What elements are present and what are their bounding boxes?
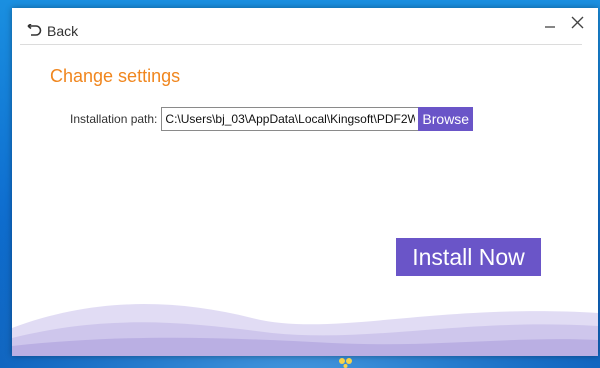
browse-button[interactable]: Browse [418, 107, 474, 131]
installation-path-input[interactable] [161, 107, 419, 131]
back-label: Back [47, 23, 79, 39]
title-bar: Back [12, 8, 598, 46]
back-arrow-icon [26, 24, 42, 38]
header-divider [20, 44, 582, 45]
start-logo-icon [339, 358, 352, 368]
installation-path-label: Installation path: [70, 112, 158, 126]
installer-window: Back Change settings Installation path: … [12, 8, 598, 356]
close-icon [571, 16, 584, 34]
minimize-icon [544, 17, 556, 35]
page-title: Change settings [50, 66, 181, 86]
close-button[interactable] [567, 15, 587, 35]
installation-path-row: Installation path: Browse [70, 107, 474, 131]
decorative-waves [12, 304, 598, 356]
back-button[interactable]: Back [26, 21, 78, 41]
install-now-button[interactable]: Install Now [396, 238, 541, 276]
minimize-button[interactable] [540, 16, 560, 36]
